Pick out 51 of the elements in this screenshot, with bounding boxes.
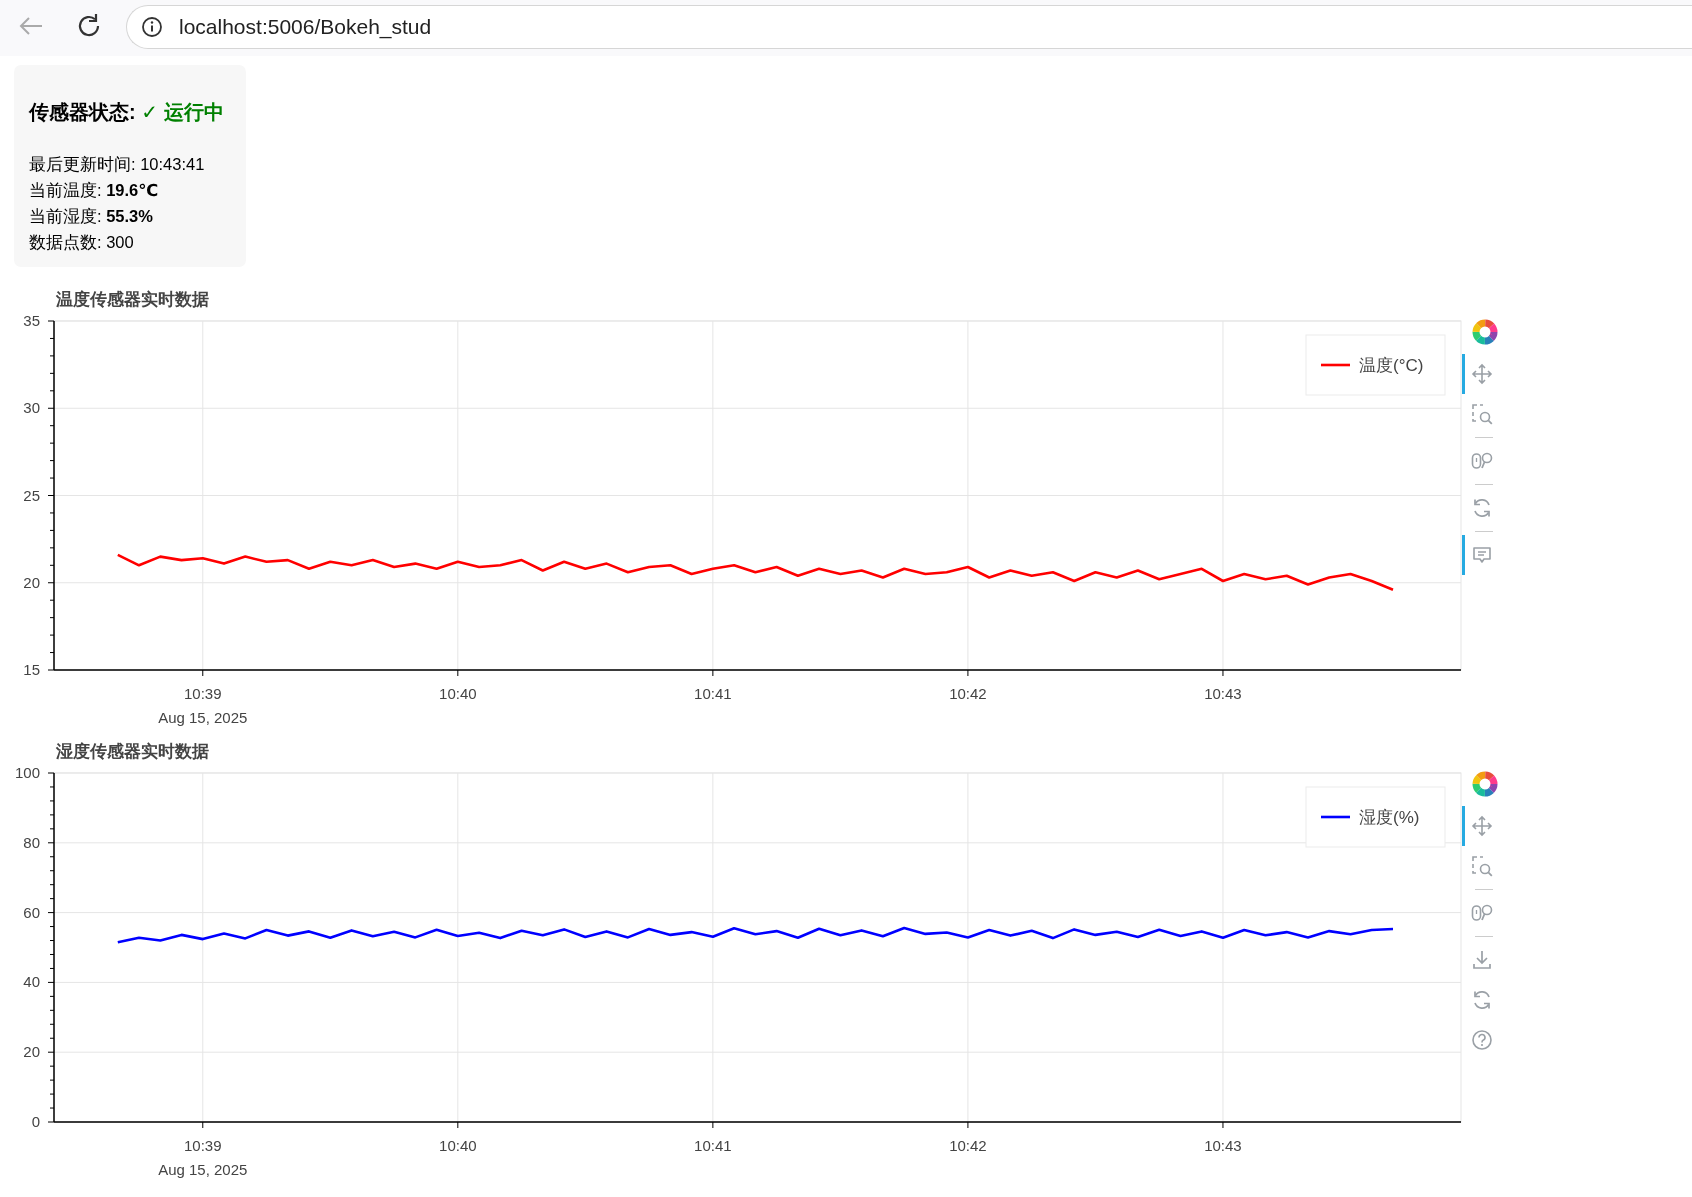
logo-icon[interactable] [1471,318,1499,346]
x-tick-label: 10:41 [694,685,732,702]
date-label: Aug 15, 2025 [158,709,248,726]
wheel-zoom-icon [1471,902,1493,924]
x-tick-label: 10:43 [1204,1137,1242,1154]
reset-icon [1471,497,1493,519]
logo-icon[interactable] [1471,770,1499,798]
y-tick-label: 15 [23,661,40,678]
y-tick-label: 100 [14,764,40,781]
x-tick-label: 10:42 [949,1137,987,1154]
pan-icon [1471,363,1493,385]
x-tick-label: 10:40 [439,1137,477,1154]
box-zoom-icon [1471,855,1493,877]
url-text: localhost:5006/Bokeh_stud [179,14,432,41]
x-tick-label: 10:41 [694,1137,732,1154]
legend-line-icon [1321,815,1350,819]
box-zoom-icon [1471,403,1493,425]
reset-icon [1471,989,1493,1011]
help-icon [1471,1029,1493,1051]
date-label: Aug 15, 2025 [158,1161,248,1178]
x-tick-label: 10:40 [439,685,477,702]
chart-title: 温度传感器实时数据 [56,290,209,309]
running-status: ✓ 运行中 [141,101,224,123]
info-icon[interactable] [141,16,163,38]
legend-label: 温度(°C) [1359,356,1424,375]
y-tick-label: 25 [23,486,40,504]
y-tick-label: 35 [23,312,40,329]
status-label: 传感器状态: [29,101,137,123]
y-tick-label: 40 [23,973,40,991]
status-info-line: 当前温度: 19.6℃ [29,180,160,201]
y-tick-label: 0 [31,1113,40,1130]
hover-icon [1471,544,1493,566]
y-tick-label: 20 [23,1043,40,1061]
x-tick-label: 10:39 [184,1137,222,1154]
y-tick-label: 60 [23,903,40,921]
wheel-zoom-icon [1471,450,1493,472]
legend-label: 湿度(%) [1359,808,1420,827]
x-tick-label: 10:39 [184,685,222,702]
y-tick-label: 20 [23,573,40,591]
x-tick-label: 10:43 [1204,685,1242,702]
address-bar[interactable]: localhost:5006/Bokeh_stud [126,5,1692,49]
pan-icon [1471,815,1493,837]
y-tick-label: 30 [23,399,40,417]
y-tick-label: 80 [23,833,40,851]
legend-line-icon [1321,363,1350,367]
status-info-line: 当前湿度: 55.3% [29,206,154,227]
save-icon [1471,949,1493,971]
chart-title: 湿度传感器实时数据 [56,742,209,761]
status-info-line: 最后更新时间: 10:43:41 [29,154,206,175]
status-info-line: 数据点数: 300 [29,232,135,253]
x-tick-label: 10:42 [949,685,987,702]
